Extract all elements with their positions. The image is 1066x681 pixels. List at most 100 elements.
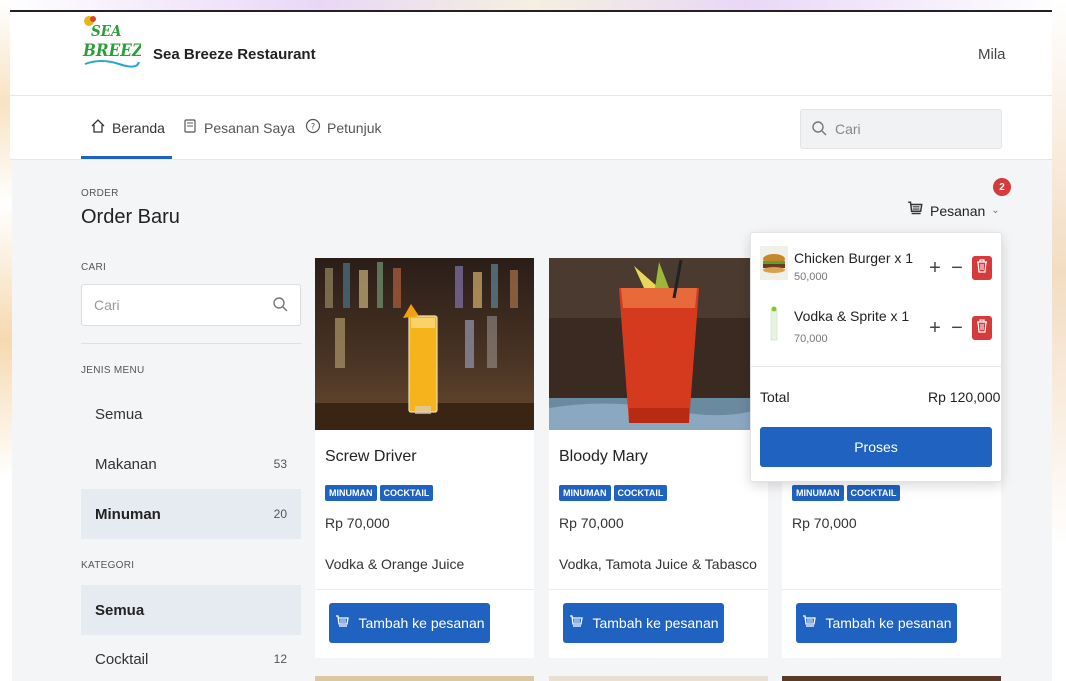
product-image (549, 258, 768, 430)
product-price: Rp 70,000 (792, 515, 857, 531)
product-description: Vodka & Orange Juice (325, 556, 465, 572)
chevron-down-icon: ⌄ (991, 205, 1000, 216)
restaurant-logo[interactable]: SEA BREEZE (81, 14, 155, 72)
decrease-quantity-button[interactable]: − (948, 256, 966, 280)
menu-type-makanan[interactable]: Makanan 53 (81, 439, 301, 489)
order-item-price: 50,000 (794, 271, 828, 283)
tag-badge: COCKTAIL (613, 485, 668, 501)
card-divider (549, 589, 768, 590)
category-semua[interactable]: Semua (81, 585, 301, 635)
trash-icon (976, 318, 988, 338)
product-card-next-row (549, 676, 768, 681)
sidebar-divider (81, 343, 301, 344)
add-to-order-button[interactable]: Tambah ke pesanan (563, 603, 724, 643)
tag-badge: COCKTAIL (379, 485, 434, 501)
product-tags: MINUMAN COCKTAIL (792, 483, 903, 501)
decrease-quantity-button[interactable]: − (948, 316, 966, 340)
search-icon (272, 296, 288, 315)
burger-thumbnail (760, 246, 788, 285)
order-item-vodka-sprite: Vodka & Sprite x 1 70,000 + − (760, 302, 994, 352)
nav-label: Pesanan Saya (204, 119, 296, 136)
search-placeholder: Cari (94, 297, 120, 313)
tag-badge: MINUMAN (792, 485, 844, 501)
menu-type-semua[interactable]: Semua (81, 389, 301, 439)
tag-badge: MINUMAN (559, 485, 611, 501)
category-label-text: Semua (95, 601, 145, 619)
user-name[interactable]: Mila (978, 46, 1006, 63)
sidebar-search-input[interactable]: Cari (81, 284, 301, 326)
cart-icon (334, 614, 350, 633)
remove-item-button[interactable] (972, 256, 992, 280)
menu-type-label-text: Minuman (95, 505, 161, 523)
order-cart-label: Pesanan (930, 202, 986, 219)
page-title: Order Baru (81, 206, 180, 228)
svg-text:SEA: SEA (91, 22, 122, 40)
product-card-next-row (782, 676, 1001, 681)
background-watermark-top (0, 0, 1066, 10)
nav-item-pesanan-saya[interactable]: Pesanan Saya (182, 118, 295, 137)
menu-type-label-text: Semua (95, 405, 143, 423)
svg-text:BREEZE: BREEZE (82, 41, 141, 61)
product-image (315, 258, 534, 430)
order-item-price: 70,000 (794, 333, 828, 345)
order-cart-button[interactable]: Pesanan ⌄ (906, 200, 1000, 221)
category-cocktail[interactable]: Cocktail 12 (81, 634, 301, 681)
product-price: Rp 70,000 (325, 515, 390, 531)
increase-quantity-button[interactable]: + (926, 316, 944, 340)
top-search-input[interactable]: Cari (800, 109, 1002, 149)
receipt-icon (182, 118, 198, 137)
page-overline: ORDER (81, 188, 119, 199)
sidebar-search-label: CARI (81, 262, 107, 273)
product-card-next-row (315, 676, 534, 681)
product-price: Rp 70,000 (559, 515, 624, 531)
category-count: 12 (273, 652, 287, 666)
cart-icon (801, 614, 817, 633)
order-item-name: Chicken Burger x 1 (794, 250, 914, 266)
add-to-order-label: Tambah ke pesanan (358, 615, 485, 631)
product-description: Vodka, Tamota Juice & Tabasco (559, 556, 757, 572)
plus-icon: + (929, 257, 941, 279)
drink-thumbnail (760, 304, 788, 349)
search-placeholder: Cari (835, 121, 861, 137)
svg-text:?: ? (311, 123, 315, 133)
trash-icon (976, 258, 988, 278)
plus-icon: + (929, 317, 941, 339)
nav-item-beranda[interactable]: Beranda (90, 118, 165, 137)
search-icon (811, 120, 827, 139)
cart-icon (568, 614, 584, 633)
home-icon (90, 118, 106, 137)
add-to-order-label: Tambah ke pesanan (592, 615, 719, 631)
nav-item-petunjuk[interactable]: ? Petunjuk (305, 118, 381, 137)
nav-label: Beranda (112, 119, 165, 136)
product-tags: MINUMAN COCKTAIL (325, 483, 436, 501)
minus-icon: − (951, 257, 963, 279)
nav-active-indicator (81, 156, 172, 159)
card-divider (782, 589, 1001, 590)
increase-quantity-button[interactable]: + (926, 256, 944, 280)
dropdown-divider (751, 366, 1001, 367)
menu-type-count: 53 (273, 457, 287, 471)
proses-button[interactable]: Proses (760, 427, 992, 467)
add-to-order-button[interactable]: Tambah ke pesanan (796, 603, 957, 643)
category-label-text: Cocktail (95, 650, 149, 668)
tag-badge: MINUMAN (325, 485, 377, 501)
add-to-order-button[interactable]: Tambah ke pesanan (329, 603, 490, 643)
menu-type-count: 20 (273, 507, 287, 521)
menu-type-minuman[interactable]: Minuman 20 (81, 489, 301, 539)
order-count-badge: 2 (993, 178, 1011, 196)
menu-type-label-text: Makanan (95, 455, 157, 473)
order-item-chicken-burger: Chicken Burger x 1 50,000 + − (760, 244, 994, 294)
total-value: Rp 120,000 (928, 389, 1001, 405)
brand-name: Sea Breeze Restaurant (153, 46, 316, 63)
tag-badge: COCKTAIL (846, 485, 901, 501)
card-divider (315, 589, 534, 590)
total-label: Total (760, 389, 790, 405)
category-label: KATEGORI (81, 560, 135, 571)
remove-item-button[interactable] (972, 316, 992, 340)
menu-type-label: JENIS MENU (81, 365, 145, 376)
nav-label: Petunjuk (327, 119, 382, 136)
product-name: Screw Driver (325, 448, 417, 465)
product-tags: MINUMAN COCKTAIL (559, 483, 670, 501)
minus-icon: − (951, 317, 963, 339)
add-to-order-label: Tambah ke pesanan (825, 615, 952, 631)
